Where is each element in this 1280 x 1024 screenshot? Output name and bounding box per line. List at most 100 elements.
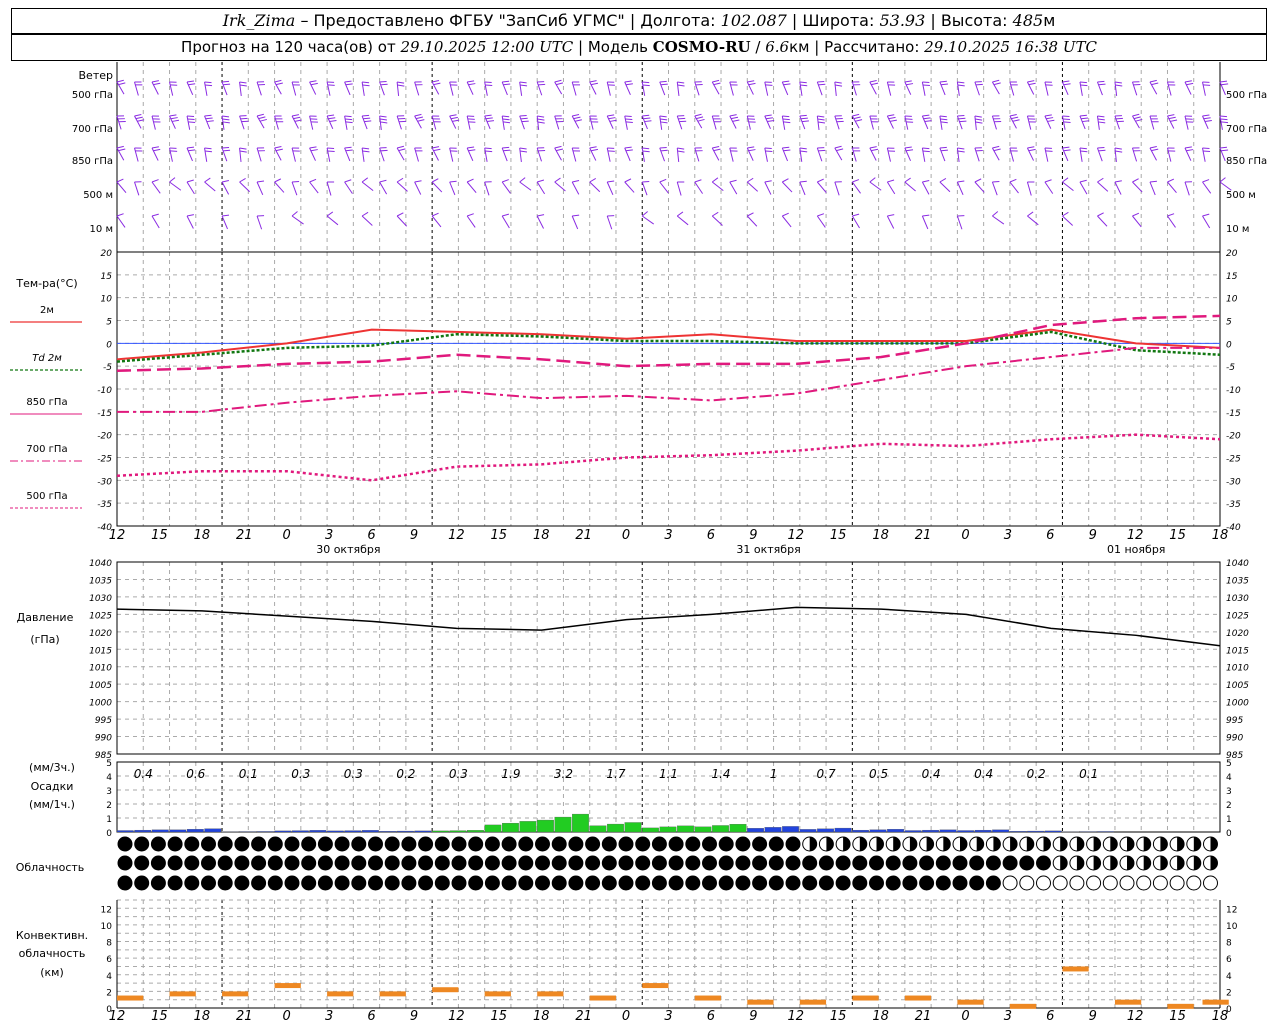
- cloud-symbol: [885, 855, 901, 871]
- wind-barb-flag: [259, 118, 267, 122]
- wind-barb-flag: [327, 150, 335, 152]
- wind-barb-flag: [1149, 180, 1157, 183]
- convective-bar: [904, 995, 932, 1001]
- wind-barb-flag: [887, 114, 895, 117]
- temp-tick-left: -35: [97, 500, 112, 510]
- wind-barb: [589, 115, 594, 130]
- cloud-symbol: [234, 836, 250, 852]
- wind-barb-flag: [625, 118, 633, 120]
- wind-barb-flag: [694, 113, 702, 117]
- precip-bar: [449, 830, 467, 833]
- pressure-tick-right: 1015: [1226, 646, 1249, 656]
- cloud-symbol: [351, 875, 367, 891]
- wind-barb: [169, 181, 182, 191]
- wind-barb-flag: [151, 80, 159, 83]
- wind-barb-flag: [345, 149, 353, 152]
- wind-barb-flag: [1202, 179, 1210, 183]
- cloud-symbol-fill: [1160, 856, 1168, 871]
- cloud-symbol: [201, 875, 216, 891]
- wind-barb-flag: [939, 115, 947, 118]
- wind-barb: [256, 181, 264, 195]
- precip-bar: [852, 829, 869, 833]
- wind-barb-flag: [1009, 178, 1017, 183]
- wind-barb-flag: [1079, 114, 1087, 117]
- wind-barb-flag: [1079, 81, 1087, 84]
- temp-tick-left: -10: [97, 386, 112, 396]
- time-tick-bottom: 15: [491, 1009, 508, 1024]
- wind-barb: [466, 181, 477, 194]
- wind-barb-flag: [417, 119, 425, 122]
- wind-level-label: 10 м: [1226, 224, 1249, 235]
- wind-barb-flag: [239, 178, 246, 183]
- wind-barb-flag: [869, 79, 877, 83]
- wind-barb: [711, 115, 717, 130]
- wind-barb-flag: [1097, 146, 1105, 149]
- wind-barb: [291, 81, 297, 96]
- wind-barb: [414, 81, 420, 96]
- wind-barb-flag: [697, 118, 705, 122]
- wind-barb: [571, 215, 579, 230]
- time-tick: 15: [151, 528, 168, 543]
- wind-barb: [501, 181, 511, 194]
- convective-bar: [432, 987, 459, 993]
- wind-barb: [869, 181, 882, 191]
- wind-barb-flag: [134, 113, 142, 117]
- wind-barb: [221, 147, 228, 162]
- wind-barb-flag: [293, 116, 301, 120]
- wind-barb-flag: [1062, 80, 1070, 83]
- wind-barb-flag: [817, 178, 824, 183]
- wind-barb: [1097, 181, 1109, 192]
- precip-bar: [1009, 831, 1027, 833]
- cloud-symbol: [484, 836, 500, 852]
- cloud-symbol: [234, 855, 250, 871]
- wind-barb-flag: [239, 84, 247, 87]
- pressure-unit: (гПа): [30, 633, 59, 646]
- precip-total-label: 0.7: [817, 767, 836, 781]
- precip-tick-right: 2: [1226, 801, 1232, 811]
- cloud-symbol: [301, 855, 317, 871]
- wind-barb: [221, 215, 228, 230]
- wind-barb-flag: [799, 180, 807, 183]
- precip-bar: [554, 816, 572, 833]
- cloud-symbol: [284, 836, 300, 852]
- wind-barb-flag: [642, 180, 650, 183]
- wind-barb-flag: [222, 146, 230, 149]
- wind-barb: [676, 147, 680, 162]
- cloud-symbol: [535, 836, 550, 852]
- wind-barb-flag: [1081, 117, 1089, 120]
- cloud-symbol: [969, 855, 985, 871]
- precip-bar: [361, 830, 379, 833]
- time-tick-bottom: 21: [575, 1009, 592, 1024]
- wind-barb-flag: [975, 121, 983, 124]
- precip-bar: [186, 829, 204, 833]
- wind-barb-flag: [537, 118, 545, 121]
- wind-barb-flag: [957, 114, 965, 117]
- time-tick-bottom: 18: [533, 1009, 550, 1024]
- convective-bar: [1062, 966, 1089, 972]
- wind-barb: [221, 81, 228, 96]
- time-tick: 21: [575, 528, 592, 543]
- wind-barb-flag: [223, 149, 231, 152]
- wind-barb: [291, 215, 304, 225]
- wind-barb-flag: [221, 80, 230, 83]
- wind-barb-flag: [1151, 148, 1159, 152]
- wind-barb-flag: [765, 117, 774, 120]
- convective-bar: [274, 983, 301, 989]
- temp-tick-right: -15: [1226, 409, 1241, 419]
- wind-barb: [606, 81, 611, 96]
- wind-barb-flag: [1167, 213, 1175, 217]
- wind-barb: [204, 81, 208, 96]
- wind-barb-flag: [782, 118, 790, 121]
- wind-barb-flag: [345, 83, 353, 86]
- precip-total-label: 0.6: [186, 767, 205, 781]
- wind-barb: [536, 181, 546, 195]
- pressure-tick-right: 1030: [1226, 594, 1249, 604]
- precip-bar: [834, 827, 852, 833]
- wind-barb: [1131, 81, 1138, 96]
- wind-barb-flag: [502, 118, 510, 121]
- wind-barb-flag: [484, 114, 492, 117]
- cloud-symbol: [334, 875, 350, 891]
- wind-barb-flag: [274, 178, 282, 183]
- precip-bar: [151, 829, 169, 833]
- wind-barb-flag: [764, 114, 772, 117]
